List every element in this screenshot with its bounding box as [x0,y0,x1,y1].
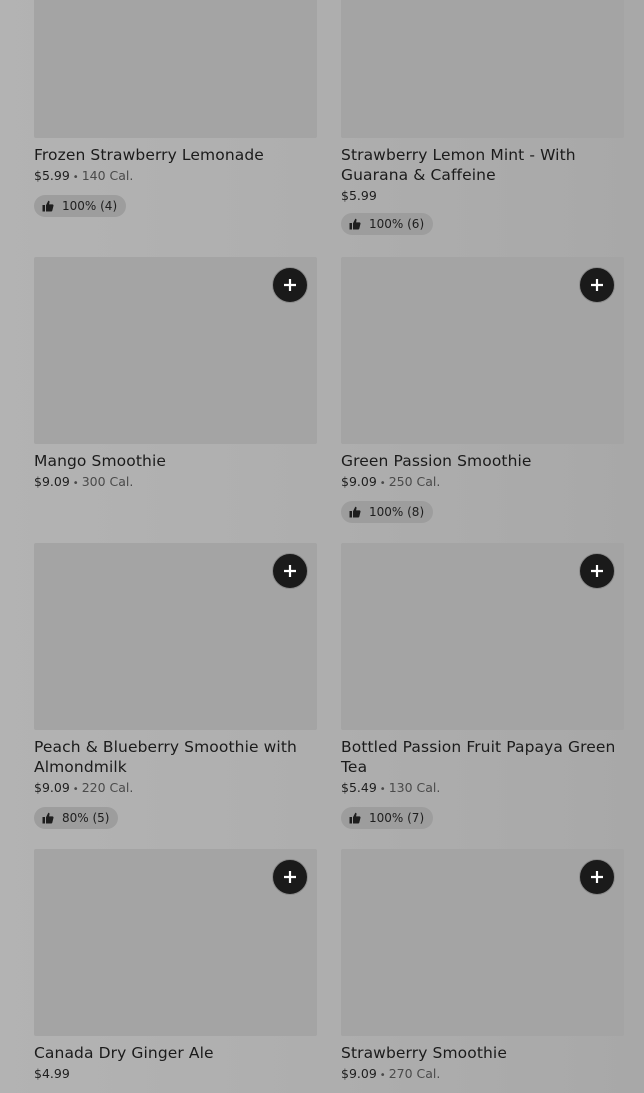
item-image[interactable] [341,543,624,730]
menu-item-card[interactable]: Strawberry Smoothie $9.09 • 270 Cal. [341,849,624,1084]
item-price: $9.09 [341,1066,377,1081]
item-image[interactable] [34,0,317,138]
rating-badge: 100% (6) [341,213,434,235]
item-calories: 250 Cal. [388,474,441,489]
item-price: $4.99 [34,1066,70,1081]
add-item-button[interactable] [579,553,615,589]
item-name[interactable]: Bottled Passion Fruit Papaya Green Tea [341,737,624,777]
rating-badge: 100% (8) [341,501,434,523]
item-name[interactable]: Strawberry Lemon Mint - With Guarana & C… [341,145,624,185]
rating-text: 100% (8) [369,505,425,519]
item-calories: 270 Cal. [388,1066,441,1081]
item-image[interactable] [34,257,317,444]
item-name[interactable]: Mango Smoothie [34,451,317,471]
item-calories: 130 Cal. [388,780,441,795]
thumbs-up-icon [349,506,361,518]
menu-item-card[interactable]: Frozen Strawberry Lemonade $5.99 • 140 Cal… [34,0,317,217]
plus-icon [284,279,296,291]
item-price: $5.99 [341,188,377,203]
item-name[interactable]: Strawberry Smoothie [341,1043,624,1063]
rating-badge: 80% (5) [34,807,119,829]
rating-badge: 100% (7) [341,807,434,829]
item-price: $9.09 [341,474,377,489]
item-meta: $9.09 • 220 Cal. [34,780,317,798]
item-meta: $9.09 • 250 Cal. [341,474,624,492]
item-name[interactable]: Peach & Blueberry Smoothie with Almondmi… [34,737,317,777]
add-item-button[interactable] [272,859,308,895]
rating-text: 100% (7) [369,811,425,825]
item-name[interactable]: Green Passion Smoothie [341,451,624,471]
separator: • [72,478,79,489]
thumbs-up-icon [42,812,54,824]
plus-icon [591,871,603,883]
add-item-button[interactable] [579,267,615,303]
item-meta: $5.99 [341,188,624,204]
separator: • [72,172,79,183]
add-item-button[interactable] [272,553,308,589]
plus-icon [591,565,603,577]
menu-item-card[interactable]: Green Passion Smoothie $9.09 • 250 Cal. 10… [341,257,624,523]
menu-item-card[interactable]: Strawberry Lemon Mint - With Guarana & C… [341,0,624,235]
item-price: $9.09 [34,474,70,489]
item-price: $9.09 [34,780,70,795]
menu-item-card[interactable]: Mango Smoothie $9.09 • 300 Cal. [34,257,317,492]
rating-text: 80% (5) [62,811,110,825]
item-image[interactable] [341,257,624,444]
item-name[interactable]: Frozen Strawberry Lemonade [34,145,317,165]
item-image[interactable] [34,543,317,730]
item-meta: $9.09 • 300 Cal. [34,474,317,492]
plus-icon [284,871,296,883]
separator: • [379,784,386,795]
item-name[interactable]: Canada Dry Ginger Ale [34,1043,317,1063]
item-calories: 300 Cal. [81,474,134,489]
thumbs-up-icon [42,200,54,212]
rating-text: 100% (6) [369,217,425,231]
add-item-button[interactable] [579,859,615,895]
item-meta: $5.49 • 130 Cal. [341,780,624,798]
separator: • [379,1070,386,1081]
thumbs-up-icon [349,812,361,824]
item-meta: $5.99 • 140 Cal. [34,168,317,186]
separator: • [72,784,79,795]
item-image[interactable] [341,0,624,138]
menu-item-card[interactable]: Bottled Passion Fruit Papaya Green Tea $… [341,543,624,829]
item-meta: $4.99 [34,1066,317,1082]
menu-item-card[interactable]: Canada Dry Ginger Ale $4.99 [34,849,317,1082]
rating-badge: 100% (4) [34,195,127,217]
menu-grid: Frozen Strawberry Lemonade $5.99 • 140 Cal… [0,0,644,1093]
item-image[interactable] [341,849,624,1036]
menu-item-card[interactable]: Peach & Blueberry Smoothie with Almondmi… [34,543,317,829]
item-calories: 140 Cal. [81,168,134,183]
item-price: $5.99 [34,168,70,183]
plus-icon [284,565,296,577]
item-image[interactable] [34,849,317,1036]
plus-icon [591,279,603,291]
item-calories: 220 Cal. [81,780,134,795]
separator: • [379,478,386,489]
rating-text: 100% (4) [62,199,118,213]
add-item-button[interactable] [272,267,308,303]
item-price: $5.49 [341,780,377,795]
thumbs-up-icon [349,218,361,230]
item-meta: $9.09 • 270 Cal. [341,1066,624,1084]
